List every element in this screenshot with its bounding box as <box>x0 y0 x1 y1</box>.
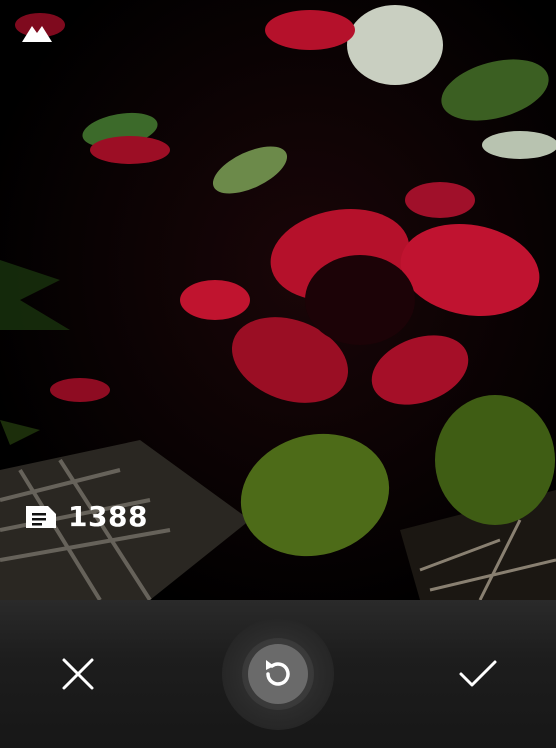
cancel-button[interactable] <box>48 648 108 700</box>
captured-photo: 1388 <box>0 0 556 600</box>
close-icon <box>62 658 94 690</box>
mountain-icon <box>20 18 54 46</box>
checkmark-icon <box>459 660 497 687</box>
retake-icon <box>266 660 290 686</box>
confirm-button[interactable] <box>448 648 508 700</box>
file-size-badge: 1388 <box>24 500 148 533</box>
document-icon <box>24 504 58 530</box>
retake-button[interactable] <box>222 618 334 730</box>
file-size-value: 1388 <box>68 500 148 533</box>
